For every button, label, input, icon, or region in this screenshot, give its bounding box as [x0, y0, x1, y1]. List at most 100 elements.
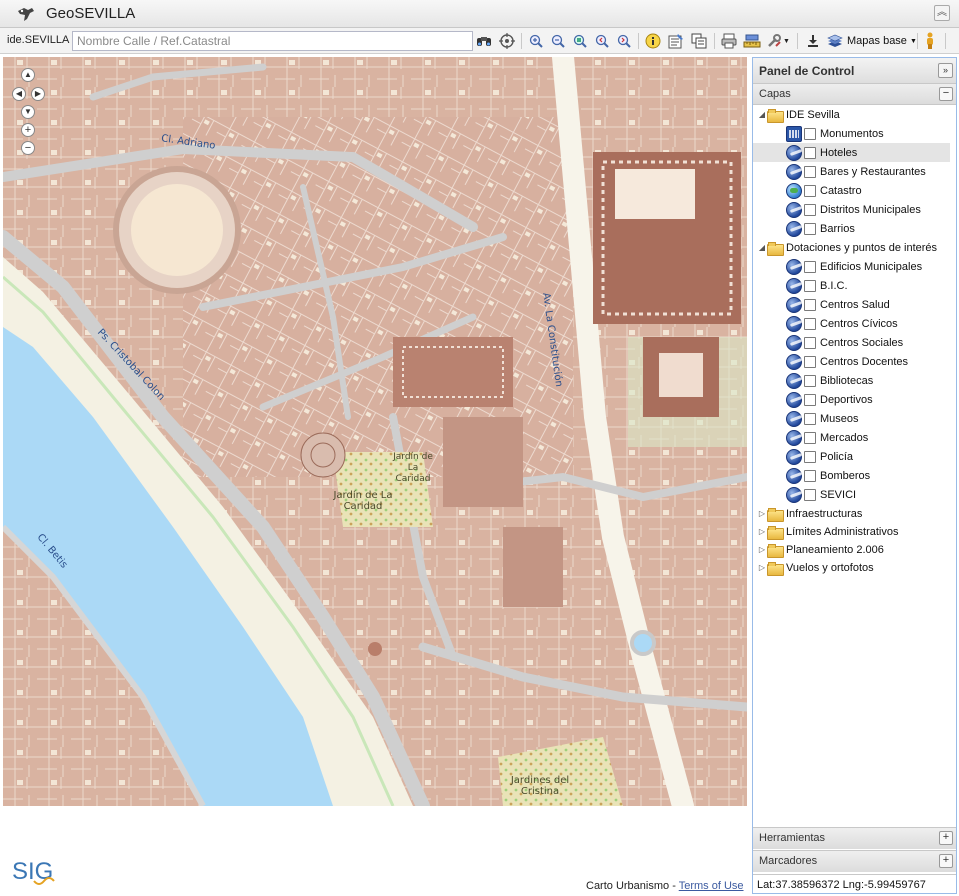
tree-layer[interactable]: Bibliotecas — [753, 371, 950, 390]
pan-down-button[interactable]: ▼ — [21, 105, 35, 119]
folder-icon — [767, 561, 784, 576]
locate-button[interactable] — [498, 32, 516, 50]
zoom-extent-icon — [573, 34, 587, 48]
layer-checkbox[interactable] — [804, 279, 816, 292]
plus-icon: + — [942, 854, 950, 866]
layer-checkbox[interactable] — [804, 450, 816, 463]
map-view[interactable]: Cl. Adriano Av. La Constitución Ps. Cris… — [3, 57, 747, 806]
layer-icon — [786, 467, 802, 484]
expanded-arrow-icon[interactable]: ◢ — [757, 110, 767, 119]
layer-checkbox[interactable] — [804, 431, 816, 444]
search-input[interactable] — [72, 31, 473, 51]
collapse-capas-button[interactable]: − — [939, 87, 953, 101]
tree-layer[interactable]: Catastro — [753, 181, 950, 200]
tree-layer[interactable]: Deportivos — [753, 390, 950, 409]
print-button[interactable] — [720, 32, 738, 50]
tools-dropdown-button[interactable]: ▼ — [766, 32, 790, 50]
tree-folder[interactable]: ◢ IDE Sevilla — [753, 105, 950, 124]
zoom-out-icon — [551, 34, 565, 48]
zoom-extent-button[interactable] — [572, 32, 588, 50]
info-button[interactable] — [645, 32, 661, 50]
capas-header[interactable]: Capas − — [753, 84, 956, 105]
marcadores-header[interactable]: Marcadores + — [753, 850, 956, 872]
layer-checkbox[interactable] — [804, 393, 816, 406]
layer-checkbox[interactable] — [804, 355, 816, 368]
park-label: Jardín de La Caridad — [333, 490, 393, 512]
tree-layer[interactable]: Centros Docentes — [753, 352, 950, 371]
tree-layer[interactable]: Bares y Restaurantes — [753, 162, 950, 181]
tree-folder[interactable]: ▷ Límites Administrativos — [753, 522, 950, 541]
layer-checkbox[interactable] — [804, 260, 816, 273]
pan-up-button[interactable]: ▲ — [21, 68, 35, 82]
pan-right-button[interactable]: ▶ — [31, 87, 45, 101]
tree-node-label: IDE Sevilla — [786, 108, 840, 121]
zoom-in-button[interactable] — [528, 32, 544, 50]
expand-marcadores-button[interactable]: + — [939, 854, 953, 868]
zoom-out-button[interactable] — [550, 32, 566, 50]
download-icon — [808, 35, 818, 47]
terms-of-use-link[interactable]: Terms of Use — [679, 880, 744, 892]
tree-folder[interactable]: ▷ Vuelos y ortofotos — [753, 558, 950, 577]
tree-layer[interactable]: Centros Cívicos — [753, 314, 950, 333]
tree-layer[interactable]: B.I.C. — [753, 276, 950, 295]
tree-layer[interactable]: Centros Sociales — [753, 333, 950, 352]
layers-button[interactable] — [690, 32, 708, 50]
tree-layer[interactable]: Mercados — [753, 428, 950, 447]
measure-button[interactable] — [742, 32, 762, 50]
layer-checkbox[interactable] — [804, 184, 816, 197]
properties-button[interactable] — [667, 32, 685, 50]
collapse-panel-button[interactable]: » — [938, 63, 953, 78]
tree-folder[interactable]: ▷ Planeamiento 2.006 — [753, 540, 950, 559]
herramientas-header[interactable]: Herramientas + — [753, 827, 956, 849]
zoom-previous-icon — [595, 34, 609, 48]
tree-layer[interactable]: Edificios Municipales — [753, 257, 950, 276]
download-button[interactable] — [804, 32, 822, 50]
collapse-header-button[interactable]: ︽ — [934, 5, 950, 21]
mapas-base-dropdown[interactable]: Mapas base ▼ — [826, 32, 917, 50]
collapsed-arrow-icon[interactable]: ▷ — [757, 563, 767, 572]
layer-checkbox[interactable] — [804, 298, 816, 311]
tree-layer[interactable]: Distritos Municipales — [753, 200, 950, 219]
tree-layer[interactable]: Museos — [753, 409, 950, 428]
tree-folder[interactable]: ▷ Infraestructuras — [753, 504, 950, 523]
layer-icon — [786, 277, 802, 294]
zoom-out-map-button[interactable]: − — [21, 141, 35, 155]
expanded-arrow-icon[interactable]: ◢ — [757, 243, 767, 252]
tree-layer[interactable]: Hoteles — [753, 143, 950, 162]
app-title: GeoSEVILLA — [46, 5, 136, 22]
pan-left-button[interactable]: ◀ — [12, 87, 26, 101]
tree-node-label: Distritos Municipales — [820, 203, 921, 216]
layer-checkbox[interactable] — [804, 374, 816, 387]
printer-icon — [721, 33, 737, 49]
layer-checkbox[interactable] — [804, 469, 816, 482]
layer-checkbox[interactable] — [804, 165, 816, 178]
layer-checkbox[interactable] — [804, 317, 816, 330]
arrow-up-icon: ▲ — [24, 70, 32, 79]
collapsed-arrow-icon[interactable]: ▷ — [757, 509, 767, 518]
tree-layer[interactable]: Monumentos — [753, 124, 950, 143]
collapsed-arrow-icon[interactable]: ▷ — [757, 545, 767, 554]
layer-checkbox[interactable] — [804, 203, 816, 216]
zoom-in-map-button[interactable]: + — [21, 123, 35, 137]
tree-layer[interactable]: Centros Salud — [753, 295, 950, 314]
tree-layer[interactable]: SEVICI — [753, 485, 950, 504]
binoculars-button[interactable] — [476, 32, 492, 50]
expand-herramientas-button[interactable]: + — [939, 831, 953, 845]
folder-icon — [767, 543, 784, 558]
tree-layer[interactable]: Bomberos — [753, 466, 950, 485]
tree-node-label: Bares y Restaurantes — [820, 165, 926, 178]
tree-layer[interactable]: Policía — [753, 447, 950, 466]
tree-folder[interactable]: ◢ Dotaciones y puntos de interés — [753, 238, 950, 257]
collapsed-arrow-icon[interactable]: ▷ — [757, 527, 767, 536]
layer-checkbox[interactable] — [804, 336, 816, 349]
layer-checkbox[interactable] — [804, 412, 816, 425]
street-view-button[interactable] — [922, 32, 938, 50]
tree-node-label: Policía — [820, 450, 854, 463]
layer-checkbox[interactable] — [804, 222, 816, 235]
layer-checkbox[interactable] — [804, 127, 816, 140]
layer-checkbox[interactable] — [804, 146, 816, 159]
tree-layer[interactable]: Barrios — [753, 219, 950, 238]
zoom-previous-button[interactable] — [594, 32, 610, 50]
layer-checkbox[interactable] — [804, 488, 816, 501]
zoom-next-button[interactable] — [616, 32, 632, 50]
